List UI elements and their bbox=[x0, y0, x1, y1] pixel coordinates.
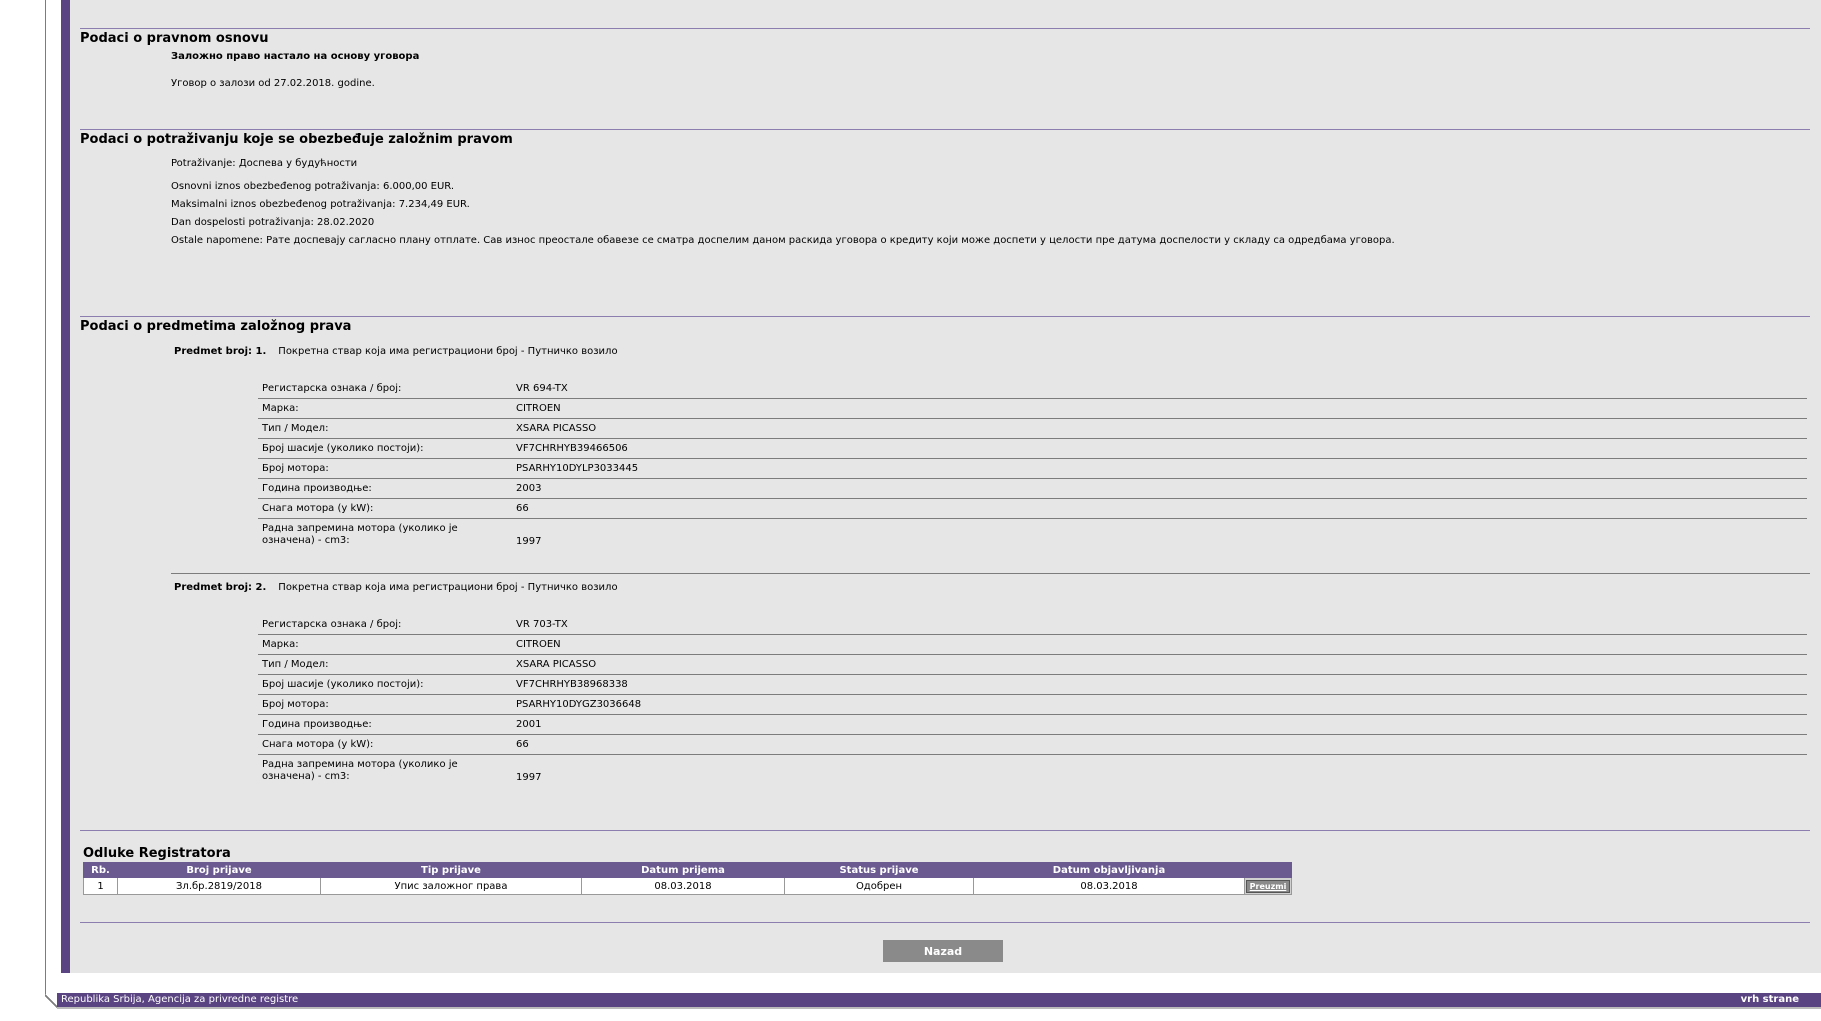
column-header: Datum prijema bbox=[581, 862, 785, 878]
divider bbox=[80, 129, 1810, 130]
footer-org: Republika Srbija, Agencija za privredne … bbox=[61, 994, 299, 1005]
kv-key: Број мотора: bbox=[262, 699, 329, 710]
decisions-title: Odluke Registratora bbox=[83, 846, 231, 861]
kv-row: Број шасије (уколико постоји): VF7CHRHYB… bbox=[258, 679, 1807, 695]
cell-broj: Зл.бр.2819/2018 bbox=[117, 877, 321, 895]
kv-row: Број мотора: PSARHY10DYGZ3036648 bbox=[258, 699, 1807, 715]
column-header: Rb. bbox=[83, 862, 118, 878]
back-button[interactable]: Nazad bbox=[883, 940, 1003, 962]
kv-key: Снага мотора (у kW): bbox=[262, 503, 374, 514]
subject-item-description: Покретна ствар која има регистрациони бр… bbox=[278, 582, 618, 593]
kv-row: Година производње: 2003 bbox=[258, 483, 1807, 499]
kv-key: Радна запремина мотора (уколико је означ… bbox=[262, 759, 458, 782]
kv-row: Тип / Модел: XSARA PICASSO bbox=[258, 423, 1807, 439]
kv-key: Тип / Модел: bbox=[262, 659, 329, 670]
footer-shadow bbox=[57, 1007, 1821, 1009]
claim-max-amount: Maksimalni iznos obezbeđenog potraživanj… bbox=[171, 199, 470, 210]
kv-key: Снага мотора (у kW): bbox=[262, 739, 374, 750]
kv-row: Број мотора: PSARHY10DYLP3033445 bbox=[258, 463, 1807, 479]
kv-row: Марка: CITROEN bbox=[258, 639, 1807, 655]
kv-row: Тип / Модел: XSARA PICASSO bbox=[258, 659, 1807, 675]
kv-value: XSARA PICASSO bbox=[516, 423, 597, 434]
kv-value: PSARHY10DYGZ3036648 bbox=[516, 699, 642, 710]
kv-row: Радна запремина мотора (уколико је означ… bbox=[258, 759, 1807, 789]
cell-rb: 1 bbox=[83, 877, 118, 895]
claim-notes: Ostale napomene: Рате доспевају сагласно… bbox=[171, 235, 1395, 246]
kv-row: Снага мотора (у kW): 66 bbox=[258, 739, 1807, 755]
kv-value: 66 bbox=[516, 503, 529, 514]
claim-title: Podaci o potraživanju koje se obezbeđuje… bbox=[80, 132, 513, 147]
cell-status: Одобрен bbox=[784, 877, 974, 895]
kv-key: Марка: bbox=[262, 403, 299, 414]
kv-key: Број мотора: bbox=[262, 463, 329, 474]
kv-key: Регистарска ознака / број: bbox=[262, 619, 402, 630]
subject-item-label: Predmet broj: 2. bbox=[174, 582, 267, 593]
column-header: Datum objavljivanja bbox=[973, 862, 1245, 878]
kv-key: Регистарска ознака / број: bbox=[262, 383, 402, 394]
kv-value: XSARA PICASSO bbox=[516, 659, 597, 670]
footer: Republika Srbija, Agencija za privredne … bbox=[57, 993, 1821, 1007]
download-button[interactable]: Preuzmi bbox=[1245, 879, 1291, 893]
subject-item-header: Predmet broj: 1. Покретна ствар која има … bbox=[174, 346, 618, 357]
kv-value: 1997 bbox=[516, 536, 542, 547]
kv-value: VF7CHRHYB39466506 bbox=[516, 443, 628, 454]
back-to-top-link[interactable]: vrh strane bbox=[1741, 994, 1799, 1005]
kv-value: 66 bbox=[516, 739, 529, 750]
claim-due-date: Dan dospelosti potraživanja: 28.02.2020 bbox=[171, 217, 375, 228]
legal-basis-line2: Уговор о залози od 27.02.2018. godine. bbox=[171, 78, 375, 89]
cell-prijem: 08.03.2018 bbox=[581, 877, 785, 895]
kv-row: Радна запремина мотора (уколико је означ… bbox=[258, 523, 1807, 553]
kv-key: Година производње: bbox=[262, 483, 372, 494]
kv-value: VR 694-TX bbox=[516, 383, 568, 394]
kv-key: Марка: bbox=[262, 639, 299, 650]
kv-row: Регистарска ознака / број: VR 703-TX bbox=[258, 619, 1807, 635]
kv-value: CITROEN bbox=[516, 639, 561, 650]
cell-tip: Упис заложног права bbox=[320, 877, 582, 895]
table-header-row: Rb. Broj prijave Tip prijave Datum prije… bbox=[83, 862, 1292, 878]
kv-value: 1997 bbox=[516, 772, 542, 783]
column-header bbox=[1244, 862, 1292, 878]
subject-item-header: Predmet broj: 2. Покретна ствар која има … bbox=[174, 582, 618, 593]
kv-key: Година производње: bbox=[262, 719, 372, 730]
subjects-title: Podaci o predmetima založnog prava bbox=[80, 319, 352, 334]
legal-basis-title: Podaci o pravnom osnovu bbox=[80, 31, 269, 46]
claim-base-amount: Osnovni iznos obezbeđenog potraživanja: … bbox=[171, 181, 455, 192]
cell-objava: 08.03.2018 bbox=[973, 877, 1245, 895]
divider bbox=[171, 573, 1810, 574]
kv-value: VR 703-TX bbox=[516, 619, 568, 630]
kv-value: CITROEN bbox=[516, 403, 561, 414]
claim-type: Potraživanje: Доспева у будућности bbox=[171, 158, 358, 169]
kv-row: Регистарска ознака / број: VR 694-TX bbox=[258, 383, 1807, 399]
subject-item-description: Покретна ствар која има регистрациони бр… bbox=[278, 346, 618, 357]
subject-item-label: Predmet broj: 1. bbox=[174, 346, 267, 357]
purple-side-bar bbox=[61, 0, 70, 973]
divider bbox=[80, 922, 1810, 923]
divider bbox=[80, 830, 1810, 831]
cell-action: Preuzmi bbox=[1244, 877, 1292, 895]
kv-key: Број шасије (уколико постоји): bbox=[262, 443, 424, 454]
legal-basis-line1: Заложно право настало на основу уговора bbox=[171, 51, 420, 62]
decisions-table: Rb. Broj prijave Tip prijave Datum prije… bbox=[83, 862, 1292, 895]
kv-row: Година производње: 2001 bbox=[258, 719, 1807, 735]
kv-key: Радна запремина мотора (уколико је означ… bbox=[262, 523, 458, 546]
kv-key: Тип / Модел: bbox=[262, 423, 329, 434]
kv-row: Марка: CITROEN bbox=[258, 403, 1807, 419]
column-header: Broj prijave bbox=[117, 862, 321, 878]
table-row: 1 Зл.бр.2819/2018 Упис заложног права 08… bbox=[83, 877, 1292, 895]
kv-row: Снага мотора (у kW): 66 bbox=[258, 503, 1807, 519]
column-header: Tip prijave bbox=[320, 862, 582, 878]
left-border bbox=[45, 0, 46, 994]
kv-value: VF7CHRHYB38968338 bbox=[516, 679, 628, 690]
divider bbox=[80, 316, 1810, 317]
left-border-corner bbox=[45, 994, 57, 1008]
kv-row: Број шасије (уколико постоји): VF7CHRHYB… bbox=[258, 443, 1807, 459]
divider bbox=[80, 28, 1810, 29]
kv-key: Број шасије (уколико постоји): bbox=[262, 679, 424, 690]
kv-value: 2001 bbox=[516, 719, 542, 730]
column-header: Status prijave bbox=[784, 862, 974, 878]
kv-value: 2003 bbox=[516, 483, 542, 494]
kv-value: PSARHY10DYLP3033445 bbox=[516, 463, 639, 474]
